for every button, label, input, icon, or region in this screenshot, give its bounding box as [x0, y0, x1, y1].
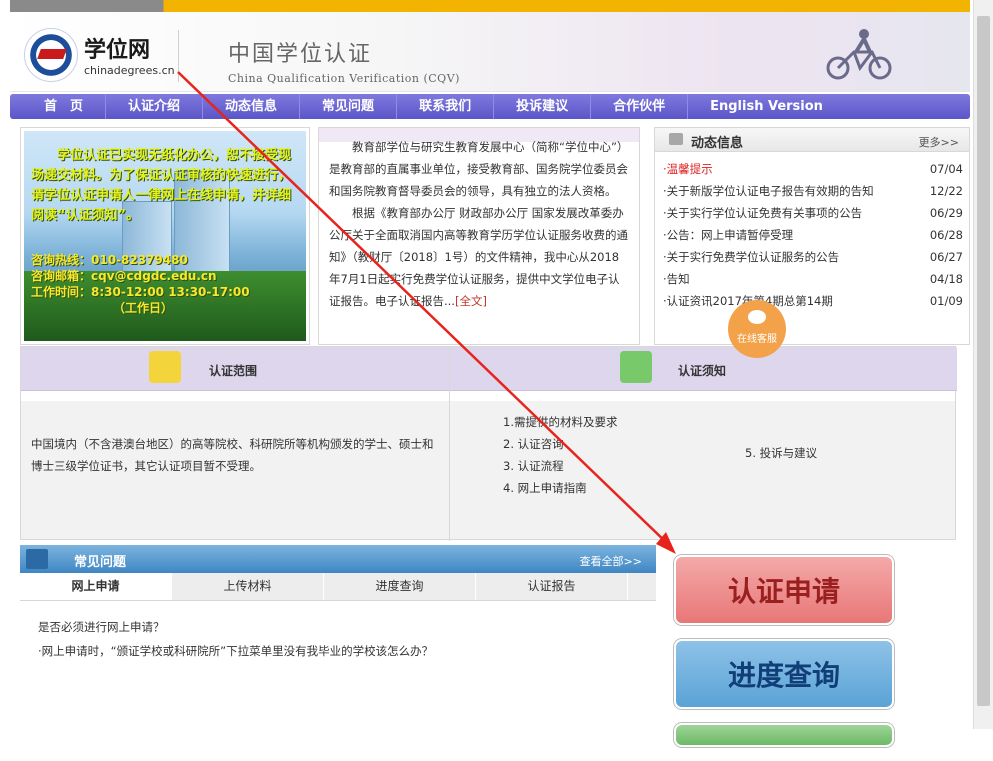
cqv-title: 中国学位认证 — [228, 42, 373, 67]
degree-logo-icon[interactable] — [24, 28, 78, 82]
cqv-english-title: China Qualification Verification (CQV) — [228, 72, 460, 85]
scrollbar-thumb[interactable] — [977, 16, 990, 706]
nav-contact[interactable]: 联系我们 — [397, 94, 495, 119]
tab-upload-materials[interactable]: 上传材料 — [172, 573, 324, 600]
intro-paragraph-2: 根据《教育部办公厅 财政部办公厅 国家发展改革委办公厅关于全面取消国内高等教育学… — [329, 202, 629, 312]
faq-more-link[interactable]: 查看全部>> — [580, 553, 642, 569]
online-service-button[interactable]: 在线客服 — [728, 300, 786, 358]
banner-hotline: 咨询热线：010-82379480 — [31, 253, 188, 267]
side-buttons: 认证申请 进度查询 — [674, 555, 894, 761]
notice-list: 1.需提供的材料及要求 2. 认证咨询 3. 认证流程 4. 网上申请指南 — [503, 411, 617, 499]
notice-item[interactable]: 4. 网上申请指南 — [503, 477, 617, 499]
banner-contact: 咨询热线：010-82379480 咨询邮箱：cqv@cdgdc.edu.cn … — [31, 252, 250, 316]
site-header: 学位网 chinadegrees.cn 中国学位认证 China Qualifi… — [10, 12, 970, 92]
top-accent-bar — [10, 0, 970, 12]
key-icon — [620, 351, 652, 383]
cert-apply-button[interactable]: 认证申请 — [674, 555, 894, 625]
intro-paragraph-1: 教育部学位与研究生教育发展中心（简称“学位中心”）是教育部的直属事业单位，接受教… — [329, 140, 629, 198]
news-item-title[interactable]: ·关于实行免费学位认证服务的公告 — [663, 246, 839, 268]
news-item-date: 12/22 — [929, 184, 963, 198]
notice-banner[interactable]: 学位认证已实现无纸化办公，恕不接受现场递交材料。为了保证认证审核的快速进行，请学… — [20, 127, 310, 345]
banner-text: 学位认证已实现无纸化办公，恕不接受现场递交材料。为了保证认证审核的快速进行，请学… — [31, 148, 292, 223]
notice-item-complaints[interactable]: 5. 投诉与建议 — [745, 445, 817, 461]
news-item-date: 07/04 — [929, 162, 963, 176]
news-item-title[interactable]: ·关于实行学位认证免费有关事项的公告 — [663, 202, 862, 224]
faq-icon — [26, 549, 48, 569]
notice-item[interactable]: 1.需提供的材料及要求 — [503, 411, 617, 433]
news-item[interactable]: ·关于新版学位认证电子报告有效期的告知 12/22 — [663, 180, 963, 202]
top-content-row: 学位认证已实现无纸化办公，恕不接受现场递交材料。为了保证认证审核的快速进行，请学… — [20, 127, 970, 345]
news-item[interactable]: ·关于实行免费学位认证服务的公告 06/27 — [663, 246, 963, 268]
scope-text: 中国境内（不含港澳台地区）的高等院校、科研院所等机构颁发的学士、硕士和博士三级学… — [31, 437, 434, 473]
news-item-title[interactable]: ·温馨提示 — [663, 158, 713, 180]
intro-paragraph-2-text: 根据《教育部办公厅 财政部办公厅 国家发展改革委办公厅关于全面取消国内高等教育学… — [329, 206, 628, 308]
faq-panel: 常见问题 查看全部>> 网上申请 上传材料 进度查询 认证报告 是否必须进行网上… — [20, 545, 656, 729]
news-icon — [669, 133, 683, 145]
news-item-date: 01/09 — [929, 294, 963, 308]
news-title: 动态信息 — [691, 136, 744, 151]
tab-cert-report[interactable]: 认证报告 — [476, 573, 628, 600]
nav-faq[interactable]: 常见问题 — [300, 94, 398, 119]
third-side-button[interactable] — [674, 723, 894, 747]
faq-list: 是否必须进行网上申请？ ·网上申请时，“颁证学校或科研院所”下拉菜单里没有我毕业… — [20, 601, 656, 677]
news-item-title[interactable]: ·关于新版学位认证电子报告有效期的告知 — [663, 180, 874, 202]
banner-hours: 工作时间：8:30-12:00 13:30-17:00 — [31, 285, 250, 299]
logo-subtitle[interactable]: chinadegrees.cn — [84, 64, 175, 77]
cert-info-panel: 认证范围 认证须知 中国境内（不含港澳台地区）的高等院校、科研院所等机构颁发的学… — [20, 346, 957, 541]
notice-title: 认证须知 — [678, 364, 727, 378]
notice-item[interactable]: 2. 认证咨询 — [503, 433, 617, 455]
news-panel: 动态信息 更多>> ·温馨提示 07/04 ·关于新版学位认证电子报告有效期的告知… — [654, 127, 970, 345]
progress-query-button[interactable]: 进度查询 — [674, 639, 894, 709]
tab-online-apply[interactable]: 网上申请 — [20, 573, 172, 600]
news-item-date: 06/27 — [929, 250, 963, 264]
nav-english[interactable]: English Version — [688, 94, 845, 119]
notice-header: 认证须知 — [450, 347, 957, 391]
faq-header: 常见问题 查看全部>> — [20, 545, 656, 573]
news-item[interactable]: ·关于实行学位认证免费有关事项的公告 06/29 — [663, 202, 963, 224]
news-item[interactable]: ·告知 04/18 — [663, 268, 963, 290]
intro-more-link[interactable]: [全文] — [455, 294, 487, 308]
center-intro: 教育部学位与研究生教育发展中心（简称“学位中心”）是教育部的直属事业单位，接受教… — [318, 127, 640, 345]
online-service-label: 在线客服 — [737, 334, 777, 345]
logo-title[interactable]: 学位网 — [84, 32, 150, 64]
news-item-date: 06/29 — [929, 206, 963, 220]
news-more-link[interactable]: 更多>> — [919, 134, 959, 150]
faq-item[interactable]: 是否必须进行网上申请？ — [38, 615, 638, 639]
scope-header: 认证范围 — [21, 347, 449, 391]
main-nav: 首 页 认证介绍 动态信息 常见问题 联系我们 投诉建议 合作伙伴 Englis… — [10, 94, 970, 119]
news-item-date: 06/28 — [929, 228, 963, 242]
news-item-title[interactable]: ·告知 — [663, 268, 690, 290]
nav-complaints[interactable]: 投诉建议 — [494, 94, 592, 119]
nav-news[interactable]: 动态信息 — [203, 94, 301, 119]
tab-progress-query[interactable]: 进度查询 — [324, 573, 476, 600]
header-divider — [178, 30, 179, 82]
faq-item[interactable]: ·网上申请时，“颁证学校或科研院所”下拉菜单里没有我毕业的学校该怎么办？ — [38, 639, 638, 663]
page: 学位网 chinadegrees.cn 中国学位认证 China Qualifi… — [10, 0, 970, 747]
nav-partners[interactable]: 合作伙伴 — [591, 94, 689, 119]
scope-title: 认证范围 — [209, 364, 258, 378]
news-list: ·温馨提示 07/04 ·关于新版学位认证电子报告有效期的告知 12/22 ·关于实… — [655, 152, 969, 312]
news-header: 动态信息 更多>> — [655, 128, 969, 152]
news-item-date: 04/18 — [929, 272, 963, 286]
chat-bubble-icon — [748, 310, 766, 324]
notice-item[interactable]: 3. 认证流程 — [503, 455, 617, 477]
news-item-title[interactable]: ·公告：网上申请暂停受理 — [663, 224, 793, 246]
column-divider — [449, 347, 450, 541]
news-item[interactable]: ·温馨提示 07/04 — [663, 158, 963, 180]
magnifier-icon — [149, 351, 181, 383]
faq-title: 常见问题 — [74, 555, 127, 570]
cyclist-icon — [826, 29, 892, 80]
vertical-scrollbar[interactable] — [973, 0, 993, 729]
banner-email: 咨询邮箱：cqv@cdgdc.edu.cn — [31, 269, 217, 283]
nav-home[interactable]: 首 页 — [22, 94, 107, 119]
news-item[interactable]: ·认证资讯2017年第4期总第14期01/09 — [663, 290, 963, 312]
news-item[interactable]: ·公告：网上申请暂停受理 06/28 — [663, 224, 963, 246]
nav-cert-intro[interactable]: 认证介绍 — [106, 94, 204, 119]
faq-tabs: 网上申请 上传材料 进度查询 认证报告 — [20, 573, 656, 601]
banner-hours-note: （工作日） — [113, 301, 174, 315]
